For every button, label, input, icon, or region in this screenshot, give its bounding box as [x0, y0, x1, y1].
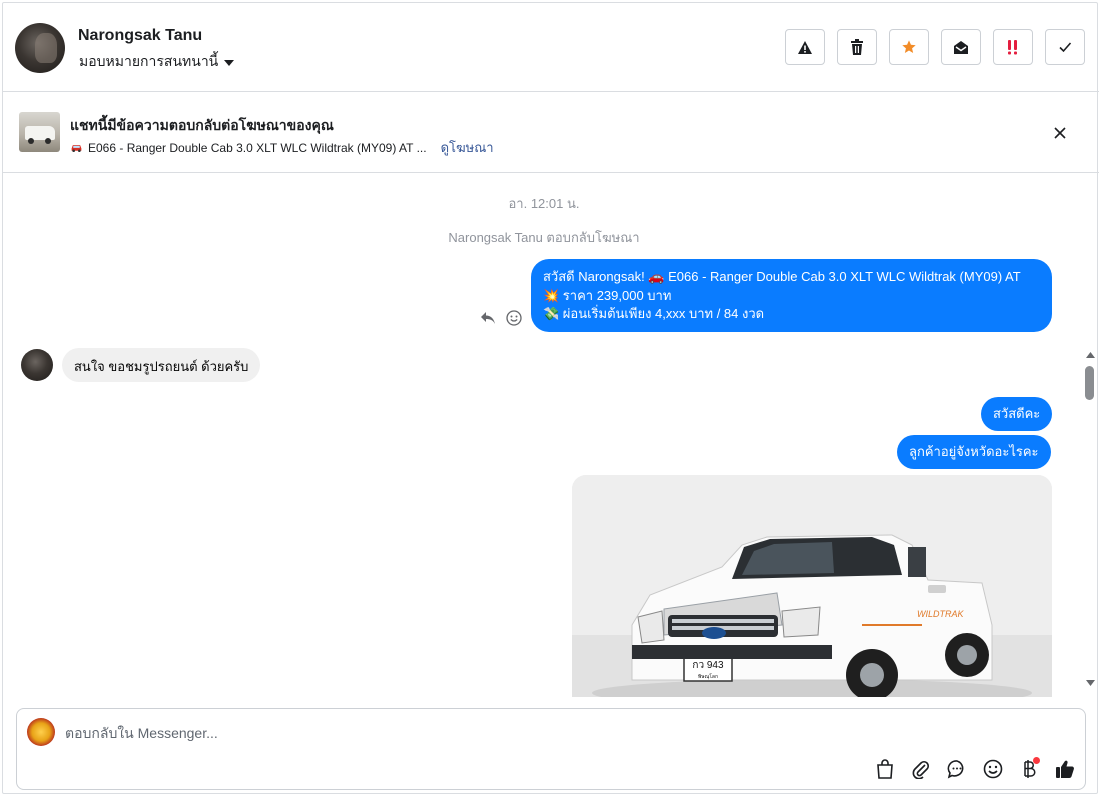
incoming-message[interactable]: สนใจ ขอชมรูปรถยนต์ ด้วยครับ: [62, 348, 261, 382]
message-text: ลูกค้าอยู่จังหวัดอะไรคะ: [909, 444, 1039, 459]
message-line: สวัสดี Narongsak! 🚗 E066 - Ranger Double…: [543, 269, 1021, 284]
scrollbar-thumb[interactable]: [1085, 366, 1094, 400]
mark-unread-button[interactable]: [941, 29, 981, 65]
chat-bubble-icon: [947, 760, 964, 779]
reply-input[interactable]: [65, 723, 965, 743]
message-timestamp: อา. 12:01 น.: [508, 196, 580, 211]
message-line: 💸 ผ่อนเริ่มต้นเพียง 4,xxx บาท / 84 งวด: [543, 306, 765, 321]
saved-replies-button[interactable]: [945, 757, 969, 781]
chat-window: Narongsak Tanu มอบหมายการสนทนานี้ แชทนี้…: [2, 2, 1099, 794]
outgoing-message[interactable]: สวัสดีคะ: [981, 397, 1053, 431]
close-icon: [1054, 127, 1066, 139]
tailgate-text: WILDTRAK: [917, 609, 965, 619]
emoji-button[interactable]: [981, 757, 1005, 781]
triangle-up-icon: [1085, 352, 1095, 358]
message-line: 💥 ราคา 239,000 บาท: [543, 287, 672, 303]
caret-down-icon: [224, 59, 235, 66]
assign-conversation-dropdown[interactable]: มอบหมายการสนทนานี้: [79, 51, 235, 73]
delete-button[interactable]: [837, 29, 877, 65]
report-spam-button[interactable]: [785, 29, 825, 65]
payment-button[interactable]: [1017, 757, 1041, 781]
check-icon: [1059, 42, 1072, 53]
scroll-up-button[interactable]: [1084, 349, 1096, 361]
reply-button[interactable]: [479, 309, 497, 327]
ad-description: E066 - Ranger Double Cab 3.0 XLT WLC Wil…: [88, 140, 427, 155]
system-message: Narongsak Tanu ตอบกลับโฆษณา: [448, 230, 640, 245]
smiley-icon: [983, 759, 1003, 779]
chat-header: Narongsak Tanu มอบหมายการสนทนานี้: [3, 3, 1099, 92]
mark-important-button[interactable]: [993, 29, 1033, 65]
scroll-down-button[interactable]: [1084, 677, 1096, 689]
message-actions: [479, 309, 523, 327]
trash-icon: [851, 39, 863, 55]
view-ad-link[interactable]: ดูโฆษณา: [441, 137, 494, 158]
license-plate-province: พิษณุโลก: [698, 673, 718, 680]
paperclip-icon: [912, 760, 930, 779]
mail-open-icon: [954, 40, 968, 54]
shop-button[interactable]: [873, 757, 897, 781]
notification-dot: [1033, 757, 1040, 764]
outgoing-message[interactable]: สวัสดี Narongsak! 🚗 E066 - Ranger Double…: [531, 259, 1052, 332]
pickup-truck-image: กว 943 พิษณุโลก WILDTRAK: [572, 475, 1052, 697]
ad-thumbnail[interactable]: [19, 112, 60, 152]
attach-button[interactable]: [909, 757, 933, 781]
react-button[interactable]: [505, 309, 523, 327]
car-photo-attachment[interactable]: กว 943 พิษณุโลก WILDTRAK: [572, 475, 1052, 697]
message-composer: [16, 708, 1086, 790]
composer-toolbar: [873, 757, 1077, 781]
page-avatar: [27, 718, 55, 746]
license-plate-text: กว 943: [692, 660, 724, 671]
thumbs-up-icon: [1056, 760, 1074, 778]
avatar[interactable]: [15, 23, 65, 73]
header-toolbar: [785, 29, 1085, 65]
avatar[interactable]: [21, 349, 53, 381]
smiley-icon: [506, 310, 522, 326]
contact-name[interactable]: Narongsak Tanu: [78, 27, 202, 45]
message-text: สวัสดีคะ: [993, 406, 1041, 421]
car-icon: [71, 145, 82, 153]
assign-label: มอบหมายการสนทนานี้: [79, 53, 219, 69]
ad-info-line: E066 - Ranger Double Cab 3.0 XLT WLC Wil…: [70, 137, 494, 158]
star-icon: [902, 40, 916, 53]
ad-reply-banner: แชทนี้มีข้อความตอบกลับต่อโฆษณาของคุณ E06…: [3, 92, 1099, 173]
double-exclamation-icon: [1008, 40, 1017, 55]
reply-icon: [481, 312, 495, 324]
close-banner-button[interactable]: [1049, 122, 1071, 144]
bag-icon: [877, 759, 893, 779]
warning-icon: [798, 40, 812, 54]
ad-banner-title: แชทนี้มีข้อความตอบกลับต่อโฆษณาของคุณ: [70, 117, 334, 133]
conversation-thread[interactable]: อา. 12:01 น. Narongsak Tanu ตอบกลับโฆษณา…: [3, 173, 1099, 697]
triangle-down-icon: [1085, 680, 1095, 686]
message-text: สนใจ ขอชมรูปรถยนต์ ด้วยครับ: [74, 359, 249, 374]
star-button[interactable]: [889, 29, 929, 65]
like-button[interactable]: [1053, 757, 1077, 781]
outgoing-message[interactable]: ลูกค้าอยู่จังหวัดอะไรคะ: [897, 435, 1051, 469]
mark-done-button[interactable]: [1045, 29, 1085, 65]
